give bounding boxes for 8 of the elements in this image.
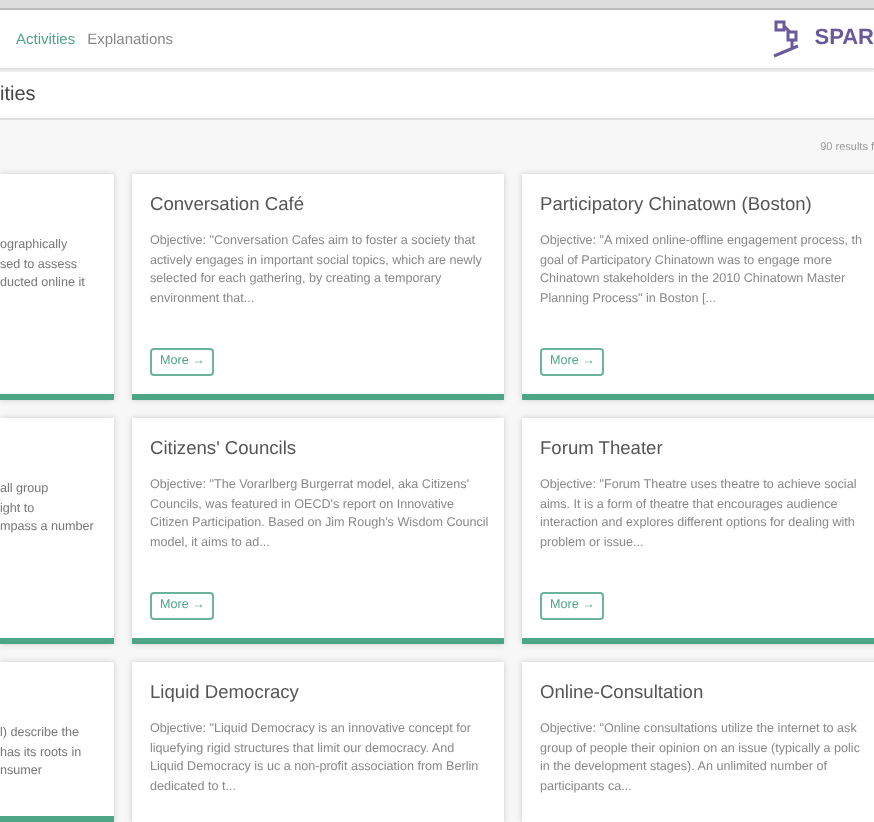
- card-title: Liquid Democracy: [150, 680, 301, 704]
- card-title: Online-Consultation: [540, 680, 706, 704]
- card-title: Conversation Café: [150, 192, 306, 216]
- page-title: ities: [0, 81, 36, 110]
- card-title: Citizens' Councils: [150, 436, 299, 460]
- card-title: Participatory Chinatown (Boston): [540, 192, 814, 216]
- logo-text: SPAR: [814, 24, 874, 55]
- card-title: Forum Theater: [540, 436, 665, 460]
